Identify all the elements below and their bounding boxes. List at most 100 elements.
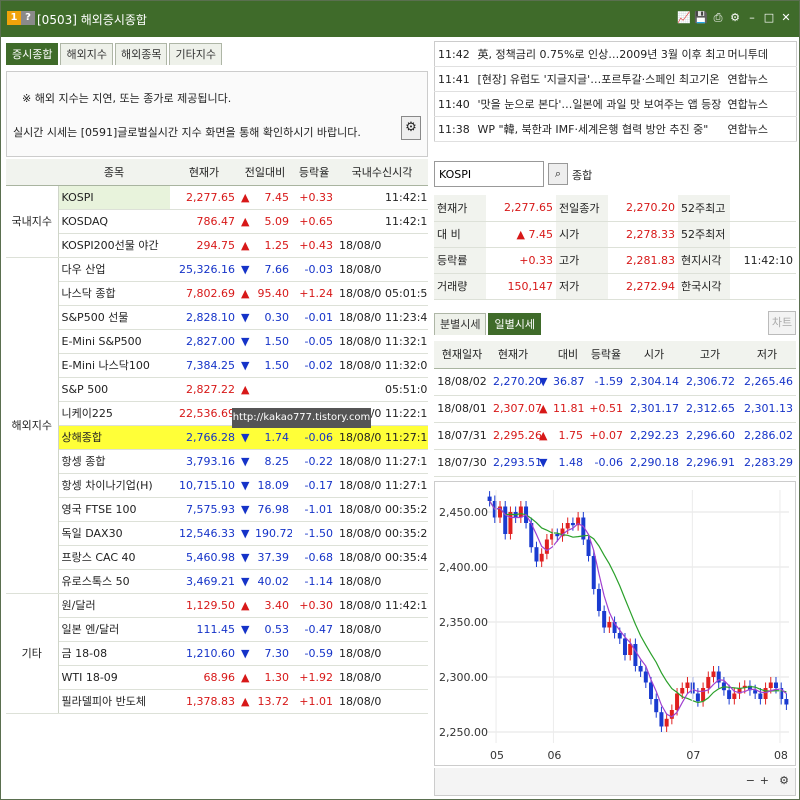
row-date: 18/08/02 xyxy=(336,233,383,258)
table-row[interactable]: 프랑스 CAC 405,460.98▼37.39-0.6818/08/0300:… xyxy=(6,545,429,570)
table-row[interactable]: 일본 엔/달러111.45▼0.53-0.4718/08/02 xyxy=(6,617,429,642)
save-icon[interactable]: 💾 xyxy=(694,10,708,26)
daily-table: 현재일자 현재가 대비 등락율 시가 고가 저가 18/08/02 2,270.20 ▼ 36.8… xyxy=(434,341,796,477)
col-price[interactable]: 현재가 xyxy=(170,159,238,186)
quote-table: 현재가 2,277.65 전일종가 2,270.20 52주최고 대 비 ▲ 7.45 시가 2… xyxy=(434,195,796,300)
col-name[interactable]: 종목 xyxy=(58,159,170,186)
table-row[interactable]: 기타원/달러1,129.50▲3.40+0.3018/08/0311:42:14 xyxy=(6,593,429,714)
row-change: 7.30 xyxy=(252,641,293,666)
news-headline[interactable]: '맛을 눈으로 본다'…일본에 과일 맛 보여주는 앱 등장 xyxy=(474,91,725,117)
help-icon[interactable]: ? xyxy=(21,11,35,25)
chart-settings-icon[interactable]: ⚙ xyxy=(779,774,789,787)
daily-open: 2,304.14 xyxy=(626,368,682,396)
daily-header[interactable]: 현재가 xyxy=(490,341,536,369)
tab-minute-quote[interactable]: 분별시세 xyxy=(434,313,487,335)
row-name: E-Mini S&P500 xyxy=(58,329,170,354)
row-date: 18/08/02 xyxy=(336,689,383,714)
daily-header[interactable]: 등락율 xyxy=(586,341,626,369)
col-change[interactable]: 전일대비 xyxy=(238,159,293,186)
close-button[interactable]: ✕ xyxy=(779,10,793,26)
daily-header[interactable]: 현재일자 xyxy=(434,341,490,369)
table-row[interactable]: 필라델피아 반도체1,378.83▲13.72+1.0118/08/02 xyxy=(6,689,429,714)
tab-market-summary[interactable]: 증시종합 xyxy=(6,43,59,65)
news-item[interactable]: 11:42 英, 정책금리 0.75%로 인상…2009년 3월 이후 최고 머니투… xyxy=(434,41,797,67)
news-item[interactable]: 11:38 WP "韓, 북한과 IMF·세계은행 협력 방안 추진 중" 연합뉴스 xyxy=(434,116,797,142)
daily-header[interactable]: 시가 xyxy=(626,341,682,369)
daily-header[interactable]: 대비 xyxy=(550,341,586,369)
tab-overseas-stock[interactable]: 해외종목 xyxy=(114,43,168,65)
table-row[interactable]: 해외지수다우 산업25,326.16▼7.66-0.0318/08/02 xyxy=(6,257,429,594)
search-icon[interactable]: ⌕ xyxy=(548,163,568,185)
table-row[interactable]: 국내지수KOSPI2,277.65▲7.45+0.33 11:42:10 xyxy=(6,185,429,258)
print-icon[interactable]: ⎙ xyxy=(711,10,725,26)
minimize-button[interactable]: – xyxy=(745,10,759,26)
news-item[interactable]: 11:41 [현장] 유럽도 '지글지글'…포르투갈·스페인 최고기온 연합뉴스 xyxy=(434,66,797,92)
candle-body xyxy=(633,644,638,666)
table-row[interactable]: 항셍 차이나기업(H)10,715.10▼18.09-0.1718/08/031… xyxy=(6,473,429,498)
table-row[interactable]: S&P500 선물2,828.10▼0.30-0.0118/08/0311:23… xyxy=(6,305,429,330)
down-arrow-icon: ▼ xyxy=(238,449,252,474)
table-row[interactable]: 영국 FTSE 1007,575.93▼76.98-1.0118/08/0300… xyxy=(6,497,429,522)
candle-body xyxy=(586,539,591,556)
daily-row[interactable]: 18/07/31 2,295.26 ▲ 1.75 +0.07 2,292.23 2,296.… xyxy=(434,422,796,450)
row-date xyxy=(336,377,383,402)
gear-icon[interactable]: ⚙ xyxy=(401,116,421,140)
news-time: 11:41 xyxy=(434,66,475,92)
down-arrow-icon: ▼ xyxy=(238,641,252,666)
col-time[interactable]: 국내수신시각 xyxy=(336,159,429,186)
price-chart[interactable]: 2,450.00 2,400.00 2,350.00 2,300.00 2,250.00… xyxy=(434,481,796,766)
tab-overseas-index[interactable]: 해외지수 xyxy=(60,43,113,65)
quote-row: 거래량 150,147 저가 2,272.94 한국시각 xyxy=(434,273,796,300)
chart-scrollbar[interactable]: − + ⚙ xyxy=(434,768,796,796)
table-row[interactable]: E-Mini 나스닥1007,384.25▼1.50-0.0218/08/031… xyxy=(6,353,429,378)
table-row[interactable]: 항셍 종합3,793.16▼8.25-0.2218/08/0311:27:18 xyxy=(6,449,429,474)
candle-body xyxy=(706,677,711,688)
zoom-in-icon[interactable]: + xyxy=(760,774,769,787)
table-row[interactable]: 독일 DAX3012,546.33▼190.72-1.5018/08/0300:… xyxy=(6,521,429,546)
row-date: 18/08/02 xyxy=(336,665,383,690)
row-name: 유로스톡스 50 xyxy=(58,569,170,594)
daily-header[interactable]: 고가 xyxy=(682,341,738,369)
row-time: 00:35:29 xyxy=(382,497,429,522)
table-row[interactable]: KOSPI200선물 야간294.75▲1.25+0.4318/08/02 xyxy=(6,233,429,258)
chart-icon[interactable]: 📈 xyxy=(677,10,691,26)
table-row[interactable]: E-Mini S&P5002,827.00▼1.50-0.0518/08/031… xyxy=(6,329,429,354)
table-row[interactable]: 상해종합2,766.28▼1.74-0.0618/08/0311:27:18 xyxy=(6,425,429,450)
symbol-search-bar: ⌕ 종합 xyxy=(434,161,796,189)
daily-price: 2,270.20 xyxy=(490,368,542,396)
table-row[interactable]: S&P 5002,827.22▲ 05:51:09 xyxy=(6,377,429,402)
news-headline[interactable]: 英, 정책금리 0.75%로 인상…2009년 3월 이후 최고 xyxy=(474,41,725,67)
candle-body xyxy=(565,523,570,529)
table-row[interactable]: 나스닥 종합7,802.69▲95.40+1.2418/08/0305:01:5… xyxy=(6,281,429,306)
news-headline[interactable]: WP "韓, 북한과 IMF·세계은행 협력 방안 추진 중" xyxy=(474,116,725,142)
chart-button[interactable]: 차트 xyxy=(768,311,796,335)
maximize-button[interactable]: □ xyxy=(762,10,776,26)
symbol-input[interactable] xyxy=(434,161,544,187)
daily-row[interactable]: 18/07/30 2,293.51 ▼ 1.48 -0.06 2,290.18 2,296.… xyxy=(434,449,796,477)
daily-row[interactable]: 18/08/01 2,307.07 ▲ 11.81 +0.51 2,301.17 2,312… xyxy=(434,395,796,423)
news-item[interactable]: 11:40 '맛을 눈으로 본다'…일본에 과일 맛 보여주는 앱 등장 연합뉴스 xyxy=(434,91,797,117)
screen-number-badge[interactable]: 1 xyxy=(7,11,21,25)
row-change: 5.09 xyxy=(252,209,293,234)
tab-other-index[interactable]: 기타지수 xyxy=(169,43,222,65)
table-row[interactable]: WTI 18-0968.96▲1.30+1.9218/08/02 xyxy=(6,665,429,690)
up-arrow-icon: ▲ xyxy=(238,281,252,306)
candle-body xyxy=(768,682,773,688)
candle-body xyxy=(544,539,549,554)
up-arrow-icon: ▲ xyxy=(238,593,252,618)
col-rate[interactable]: 등락율 xyxy=(292,159,337,186)
row-date: 18/08/03 xyxy=(336,425,383,450)
table-row[interactable]: 금 18-081,210.60▼7.30-0.5918/08/02 xyxy=(6,641,429,666)
settings-icon[interactable]: ⚙ xyxy=(728,10,742,26)
daily-header[interactable]: 저가 xyxy=(738,341,796,369)
tab-daily-quote[interactable]: 일별시세 xyxy=(488,313,541,335)
table-row[interactable]: KOSDAQ786.47▲5.09+0.65 11:42:10 xyxy=(6,209,429,234)
zoom-out-icon[interactable]: − xyxy=(746,774,755,787)
row-price: 294.75 xyxy=(170,233,238,258)
daily-header[interactable] xyxy=(536,341,550,369)
row-time: 11:23:45 xyxy=(382,305,429,330)
news-headline[interactable]: [현장] 유럽도 '지글지글'…포르투갈·스페인 최고기온 xyxy=(474,66,725,92)
row-date: 18/08/03 xyxy=(336,449,383,474)
table-row[interactable]: 유로스톡스 503,469.21▼40.02-1.1418/08/02 xyxy=(6,569,429,594)
daily-row[interactable]: 18/08/02 2,270.20 ▼ 36.87 -1.59 2,304.14 2,306… xyxy=(434,368,796,396)
